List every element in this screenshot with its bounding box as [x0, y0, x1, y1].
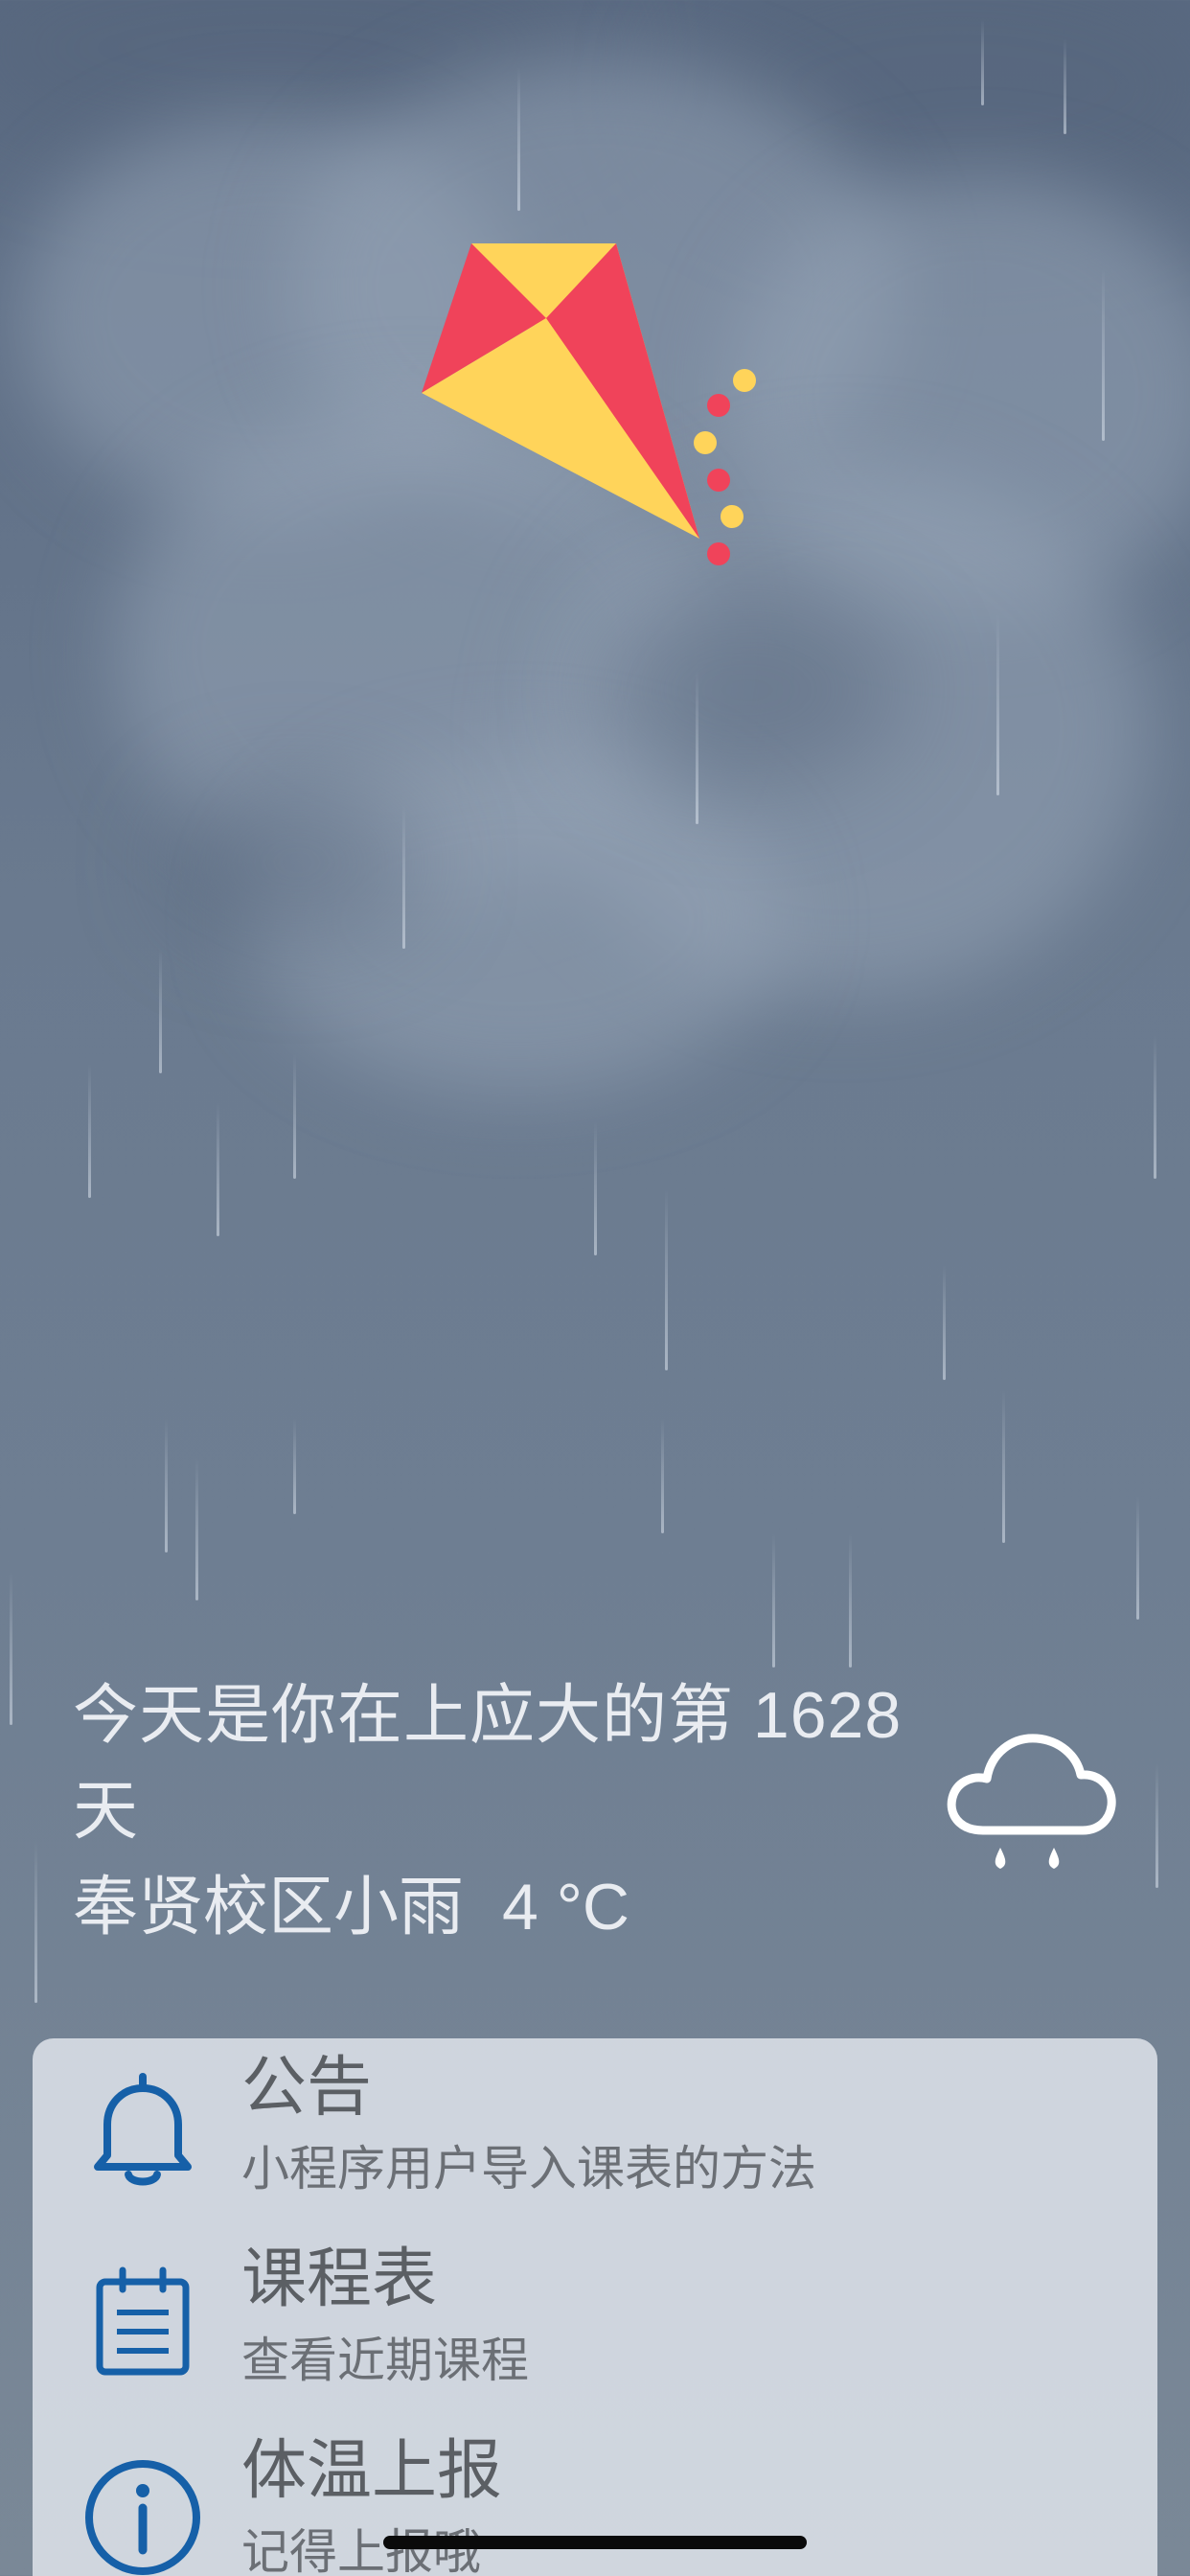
- menu-item-temperature-report[interactable]: 体温上报 记得上报哦: [33, 2422, 1157, 2576]
- weather-summary: 奉贤校区小雨 4 °C: [73, 1859, 973, 1955]
- campus-info: 今天是你在上应大的第 1628 天 奉贤校区小雨 4 °C: [73, 1668, 973, 1955]
- greeting-suffix: 天: [73, 1775, 140, 1848]
- menu-item-announcement[interactable]: 公告 小程序用户导入课表的方法: [33, 2038, 1157, 2230]
- campus-weather-condition: 奉贤校区小雨: [73, 1871, 465, 1944]
- temperature: 4 °C: [502, 1871, 630, 1944]
- bell-icon: [94, 2073, 192, 2186]
- menu-item-timetable[interactable]: 课程表 查看近期课程: [33, 2230, 1157, 2422]
- menu-item-subtitle: 查看近期课程: [241, 2334, 529, 2387]
- calendar-icon: [96, 2266, 190, 2376]
- kite-illustration: [422, 243, 756, 565]
- info-icon: [85, 2460, 200, 2575]
- menu-item-title: 体温上报: [241, 2434, 503, 2507]
- menu-item-title: 课程表: [241, 2242, 438, 2315]
- menu-item-subtitle: 小程序用户导入课表的方法: [241, 2142, 816, 2196]
- menu-item-title: 公告: [241, 2051, 373, 2124]
- days-count: 1628: [752, 1679, 903, 1752]
- feature-card: 公告 小程序用户导入课表的方法 课程表 查看近期课程 体温上报 记得上报哦: [33, 2038, 1157, 2576]
- cloud-rain-icon: [947, 1734, 1116, 1869]
- days-greeting: 今天是你在上应大的第 1628 天: [73, 1668, 973, 1859]
- home-indicator[interactable]: [383, 2536, 807, 2549]
- greeting-prefix: 今天是你在上应大的第: [73, 1679, 735, 1752]
